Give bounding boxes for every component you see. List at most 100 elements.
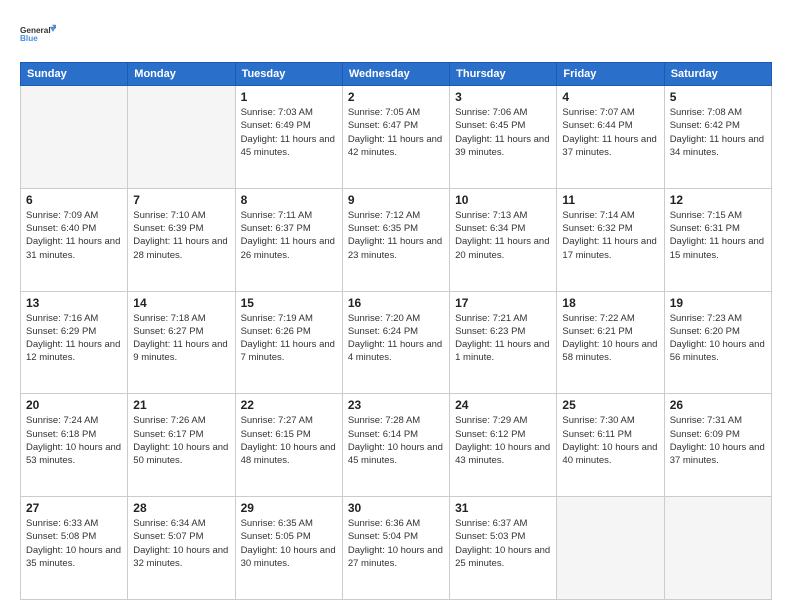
day-number: 14 [133, 296, 229, 310]
calendar-cell: 1Sunrise: 7:03 AMSunset: 6:49 PMDaylight… [235, 86, 342, 189]
calendar-cell: 9Sunrise: 7:12 AMSunset: 6:35 PMDaylight… [342, 188, 449, 291]
day-info-line: Sunrise: 7:26 AM [133, 415, 205, 426]
day-info-line: Sunrise: 7:14 AM [562, 210, 634, 221]
day-info: Sunrise: 7:10 AMSunset: 6:39 PMDaylight:… [133, 209, 229, 262]
calendar-cell: 29Sunrise: 6:35 AMSunset: 5:05 PMDayligh… [235, 497, 342, 600]
day-info-line: Sunset: 5:04 PM [348, 531, 418, 542]
day-info: Sunrise: 7:22 AMSunset: 6:21 PMDaylight:… [562, 312, 658, 365]
day-info-line: Sunrise: 6:34 AM [133, 518, 205, 529]
day-info-line: Sunset: 6:20 PM [670, 326, 740, 337]
day-info: Sunrise: 7:05 AMSunset: 6:47 PMDaylight:… [348, 106, 444, 159]
calendar-cell: 11Sunrise: 7:14 AMSunset: 6:32 PMDayligh… [557, 188, 664, 291]
day-info: Sunrise: 7:08 AMSunset: 6:42 PMDaylight:… [670, 106, 766, 159]
day-number: 2 [348, 90, 444, 104]
logo-svg: General Blue [20, 16, 56, 52]
day-info: Sunrise: 7:19 AMSunset: 6:26 PMDaylight:… [241, 312, 337, 365]
calendar-cell: 19Sunrise: 7:23 AMSunset: 6:20 PMDayligh… [664, 291, 771, 394]
calendar-cell: 31Sunrise: 6:37 AMSunset: 5:03 PMDayligh… [450, 497, 557, 600]
day-number: 30 [348, 501, 444, 515]
day-info: Sunrise: 7:26 AMSunset: 6:17 PMDaylight:… [133, 414, 229, 467]
day-info: Sunrise: 7:18 AMSunset: 6:27 PMDaylight:… [133, 312, 229, 365]
calendar-cell: 18Sunrise: 7:22 AMSunset: 6:21 PMDayligh… [557, 291, 664, 394]
day-info-line: Sunset: 6:15 PM [241, 429, 311, 440]
day-info: Sunrise: 6:33 AMSunset: 5:08 PMDaylight:… [26, 517, 122, 570]
day-info-line: Sunset: 5:05 PM [241, 531, 311, 542]
day-info-line: Sunrise: 7:31 AM [670, 415, 742, 426]
day-info: Sunrise: 7:16 AMSunset: 6:29 PMDaylight:… [26, 312, 122, 365]
day-number: 19 [670, 296, 766, 310]
calendar-week-row: 6 Sunrise: 7:09 AMSunset: 6:40 PMDaylight… [21, 188, 772, 291]
day-info-line: Sunset: 6:24 PM [348, 326, 418, 337]
day-number: 16 [348, 296, 444, 310]
day-info-line: Sunrise: 7:19 AM [241, 313, 313, 324]
day-info-line: Sunset: 6:29 PM [26, 326, 96, 337]
calendar-table: SundayMondayTuesdayWednesdayThursdayFrid… [20, 62, 772, 600]
calendar-week-row: 27Sunrise: 6:33 AMSunset: 5:08 PMDayligh… [21, 497, 772, 600]
day-info-line: Sunrise: 7:21 AM [455, 313, 527, 324]
day-info-line: Daylight: 10 hours and 27 minutes. [348, 545, 443, 569]
day-info-line: Daylight: 10 hours and 56 minutes. [670, 339, 765, 363]
day-info: Sunrise: 7:06 AMSunset: 6:45 PMDaylight:… [455, 106, 551, 159]
day-number: 28 [133, 501, 229, 515]
day-info-line: Sunrise: 7:29 AM [455, 415, 527, 426]
day-info: Sunrise: 7:27 AM Sunset: 6:15 PM Daylight:… [241, 414, 337, 467]
day-number: 6 [26, 193, 122, 207]
calendar-header-row: SundayMondayTuesdayWednesdayThursdayFrid… [21, 63, 772, 86]
day-info-line: Sunset: 6:31 PM [670, 223, 740, 234]
calendar-cell: 3 Sunrise: 7:06 AMSunset: 6:45 PMDaylight… [450, 86, 557, 189]
day-number: 15 [241, 296, 337, 310]
day-info: Sunrise: 7:15 AMSunset: 6:31 PMDaylight:… [670, 209, 766, 262]
calendar-cell: 5Sunrise: 7:08 AMSunset: 6:42 PMDaylight… [664, 86, 771, 189]
day-info-line: Sunrise: 7:06 AM [455, 107, 527, 118]
day-number: 17 [455, 296, 551, 310]
day-number: 1 [241, 90, 337, 104]
day-info-line: Sunrise: 6:33 AM [26, 518, 98, 529]
day-number: 7 [133, 193, 229, 207]
calendar-cell: 22Sunrise: 7:27 AMSunset: 6:15 PMDayligh… [235, 394, 342, 497]
day-info-line: Daylight: 10 hours and 50 minutes. [133, 442, 228, 466]
calendar-cell: 7 Sunrise: 7:10 AMSunset: 6:39 PMDaylight… [128, 188, 235, 291]
calendar-week-row: 20Sunrise: 7:24 AMSunset: 6:18 PMDayligh… [21, 394, 772, 497]
calendar-cell: 20Sunrise: 7:24 AMSunset: 6:18 PMDayligh… [21, 394, 128, 497]
day-info-line: Sunrise: 7:18 AM [133, 313, 205, 324]
day-number: 25 [562, 398, 658, 412]
day-info-line: Daylight: 11 hours and 23 minutes. [348, 236, 442, 260]
day-info-line: Sunset: 6:12 PM [455, 429, 525, 440]
day-number: 20 [26, 398, 122, 412]
calendar-cell: 24Sunrise: 7:29 AMSunset: 6:12 PMDayligh… [450, 394, 557, 497]
day-info-line: Daylight: 10 hours and 48 minutes. [241, 442, 336, 466]
day-info-line: Sunrise: 7:13 AM [455, 210, 527, 221]
day-info-line: Daylight: 11 hours and 1 minute. [455, 339, 549, 363]
day-info-line: Sunset: 6:21 PM [562, 326, 632, 337]
calendar-cell: 30 Sunrise: 6:36 AM Sunset: 5:04 PM Dayligh… [342, 497, 449, 600]
day-info-line: Sunrise: 7:16 AM [26, 313, 98, 324]
day-info-line: Sunset: 6:44 PM [562, 120, 632, 131]
day-info-line: Daylight: 11 hours and 45 minutes. [241, 134, 335, 158]
day-number: 3 [455, 90, 551, 104]
day-info-line: Daylight: 11 hours and 42 minutes. [348, 134, 442, 158]
day-info-line: Sunrise: 7:24 AM [26, 415, 98, 426]
day-number: 11 [562, 193, 658, 207]
day-info: Sunrise: 7:09 AMSunset: 6:40 PMDaylight:… [26, 209, 122, 262]
svg-text:Blue: Blue [20, 34, 38, 43]
calendar-cell: 21Sunrise: 7:26 AMSunset: 6:17 PMDayligh… [128, 394, 235, 497]
day-info-line: Sunrise: 7:03 AM [241, 107, 313, 118]
day-info: Sunrise: 7:28 AMSunset: 6:14 PMDaylight:… [348, 414, 444, 467]
day-info: Sunrise: 7:30 AMSunset: 6:11 PMDaylight:… [562, 414, 658, 467]
day-info-line: Sunrise: 7:27 AM [241, 415, 313, 426]
calendar-cell: 27Sunrise: 6:33 AMSunset: 5:08 PMDayligh… [21, 497, 128, 600]
day-info-line: Daylight: 11 hours and 9 minutes. [133, 339, 227, 363]
weekday-header-monday: Monday [128, 63, 235, 86]
day-info: Sunrise: 7:31 AMSunset: 6:09 PMDaylight:… [670, 414, 766, 467]
day-number: 26 [670, 398, 766, 412]
day-number: 29 [241, 501, 337, 515]
day-info-line: Sunrise: 7:30 AM [562, 415, 634, 426]
weekday-header-thursday: Thursday [450, 63, 557, 86]
calendar-week-row: 13Sunrise: 7:16 AMSunset: 6:29 PMDayligh… [21, 291, 772, 394]
calendar-cell [21, 86, 128, 189]
day-info-line: Daylight: 10 hours and 58 minutes. [562, 339, 657, 363]
day-info-line: Sunset: 6:42 PM [670, 120, 740, 131]
calendar-cell: 13Sunrise: 7:16 AMSunset: 6:29 PMDayligh… [21, 291, 128, 394]
day-info-line: Sunrise: 7:10 AM [133, 210, 205, 221]
day-info-line: Sunrise: 6:36 AM [348, 518, 420, 529]
